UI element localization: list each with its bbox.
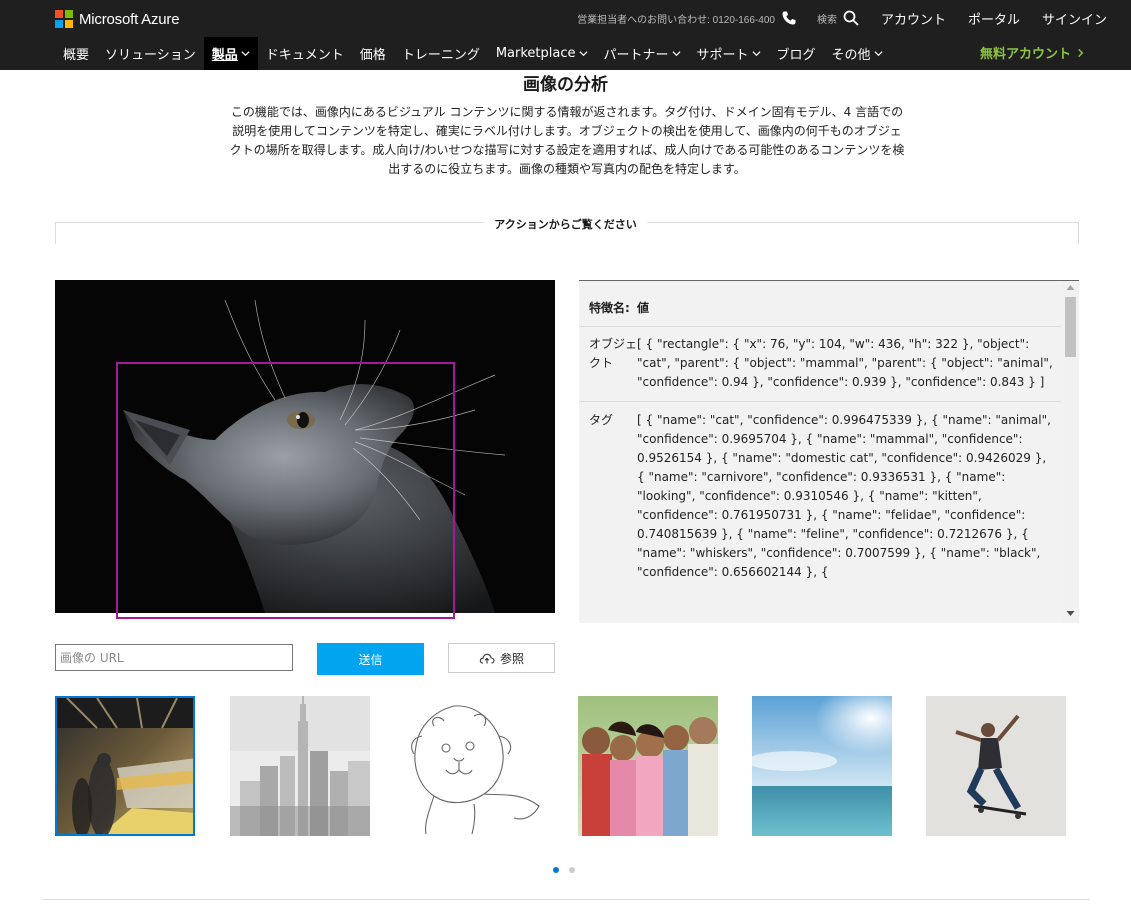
brand-name: Microsoft Azure xyxy=(79,10,180,28)
brand[interactable]: Microsoft Azure xyxy=(55,9,180,29)
image-url-input[interactable] xyxy=(55,644,293,671)
feature-value-cell: [ { "name": "cat", "confidence": 0.99647… xyxy=(637,413,1051,579)
feature-name-cell: タグ xyxy=(589,413,614,427)
results-scrollbar[interactable] xyxy=(1062,281,1079,623)
analyzed-image xyxy=(55,280,555,619)
table-row: タグ [ { "name": "cat", "confidence": 0.99… xyxy=(579,402,1061,591)
search-label[interactable]: 検索 xyxy=(817,11,837,26)
submit-button[interactable]: 送信 xyxy=(317,643,424,675)
nav-item-support[interactable]: サポート xyxy=(689,37,769,70)
chevron-down-icon xyxy=(578,51,588,57)
results-content: 特徴名: 値 オブジェクト [ { "rectangle": { "x": 76… xyxy=(579,281,1061,591)
scroll-down-arrow-icon[interactable] xyxy=(1066,610,1075,617)
table-row: オブジェクト [ { "rectangle": { "x": 76, "y": … xyxy=(579,327,1061,402)
skateboarder-photo xyxy=(926,696,1066,836)
thumbnail-city-skyline[interactable] xyxy=(230,696,370,836)
detected-object-bounding-box xyxy=(116,362,455,619)
chevron-right-icon xyxy=(1078,48,1084,57)
nav-item-documentation[interactable]: ドキュメント xyxy=(258,37,352,70)
microsoft-logo-icon xyxy=(55,10,73,28)
account-link[interactable]: アカウント xyxy=(881,9,946,28)
nav-item-products[interactable]: 製品 xyxy=(203,37,258,70)
thumbnail-family-photo[interactable] xyxy=(578,696,718,836)
feature-name-cell: オブジェクト xyxy=(589,337,638,370)
feature-value-cell: [ { "rectangle": { "x": 76, "y": 104, "w… xyxy=(637,337,1053,389)
main-nav: 概要 ソリューション 製品 ドキュメント 価格 トレーニング Marketpla… xyxy=(55,37,891,70)
action-section-label: アクションからご覧ください xyxy=(0,216,1131,232)
portal-link[interactable]: ポータル xyxy=(968,9,1020,28)
nav-item-blog[interactable]: ブログ xyxy=(769,37,824,70)
chevron-down-icon xyxy=(874,51,883,57)
utility-bar: 営業担当者へのお問い合わせ: 0120-166-400 検索 アカウント ポータ… xyxy=(577,8,1107,28)
lion-line-drawing xyxy=(404,696,544,836)
analysis-results-table[interactable]: 特徴名: 値 オブジェクト [ { "rectangle": { "x": 76… xyxy=(579,280,1079,623)
free-account-link[interactable]: 無料アカウント xyxy=(980,43,1085,62)
top-header: Microsoft Azure 営業担当者へのお問い合わせ: 0120-166-… xyxy=(0,0,1131,70)
thumbnail-ocean-sky[interactable] xyxy=(752,696,892,836)
thumbnail-skateboarder[interactable] xyxy=(926,696,1066,836)
nav-item-training[interactable]: トレーニング xyxy=(394,37,488,70)
nav-item-overview[interactable]: 概要 xyxy=(55,37,97,70)
chevron-down-icon xyxy=(752,51,761,57)
nav-item-marketplace[interactable]: Marketplace xyxy=(488,37,596,70)
chevron-down-icon xyxy=(672,51,681,57)
carousel-pagination xyxy=(553,867,585,873)
search-icon[interactable] xyxy=(843,10,859,26)
family-photo xyxy=(578,696,718,836)
page-title: 画像の分析 xyxy=(523,75,608,95)
scroll-up-arrow-icon[interactable] xyxy=(1066,284,1075,291)
chevron-down-icon xyxy=(241,51,250,57)
phone-icon[interactable] xyxy=(781,10,797,26)
scrollbar-thumb[interactable] xyxy=(1065,297,1076,357)
carousel-dot-1[interactable] xyxy=(553,867,559,873)
sign-in-link[interactable]: サインイン xyxy=(1042,9,1107,28)
nav-item-more[interactable]: その他 xyxy=(824,37,891,70)
contact-sales-text[interactable]: 営業担当者へのお問い合わせ: 0120-166-400 xyxy=(577,11,775,26)
nav-item-partners[interactable]: パートナー xyxy=(596,37,689,70)
carousel-dot-2[interactable] xyxy=(569,867,575,873)
browse-label: 参照 xyxy=(499,651,524,666)
thumbnail-lion-drawing[interactable] xyxy=(404,696,544,836)
city-skyline-photo xyxy=(230,696,370,836)
nav-item-pricing[interactable]: 価格 xyxy=(352,37,394,70)
feature-name-header: 特徴名: xyxy=(589,301,630,315)
value-header: 値 xyxy=(637,301,650,315)
cloud-upload-icon xyxy=(479,653,495,664)
subway-station-photo xyxy=(57,698,193,834)
table-header-row: 特徴名: 値 xyxy=(579,281,1061,327)
browse-button[interactable]: 参照 xyxy=(448,643,555,673)
nav-item-solutions[interactable]: ソリューション xyxy=(97,37,204,70)
ocean-sky-photo xyxy=(752,696,892,836)
feature-description: この機能では、画像内にあるビジュアル コンテンツに関する情報が返されます。タグ付… xyxy=(229,105,905,176)
thumbnail-subway-station[interactable] xyxy=(55,696,195,836)
section-divider xyxy=(42,899,1090,900)
